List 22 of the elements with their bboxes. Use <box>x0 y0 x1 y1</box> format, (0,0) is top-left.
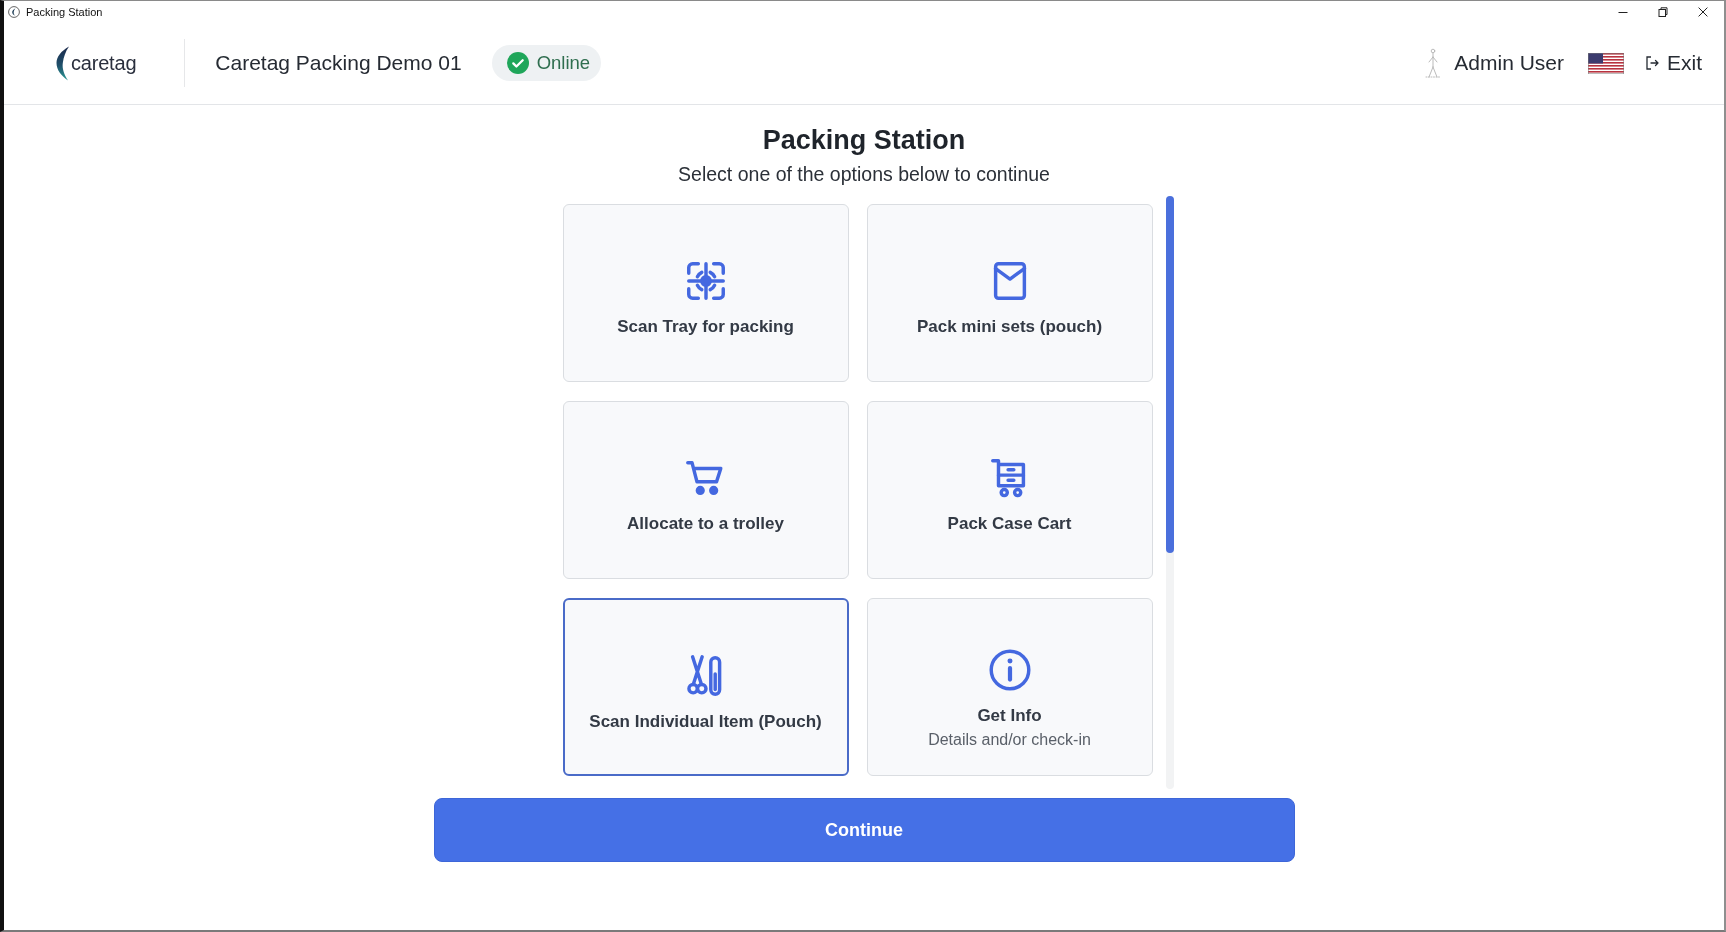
app-icon <box>8 5 20 18</box>
exit-icon <box>1645 55 1659 71</box>
option-card[interactable]: Pack mini sets (pouch) <box>866 204 1153 382</box>
page-title: Packing Station <box>762 124 966 156</box>
close-icon[interactable] <box>1698 6 1708 17</box>
option-card[interactable]: Scan Tray for packing <box>562 204 849 382</box>
option-card[interactable]: Pack Case Cart <box>866 401 1153 579</box>
scrollbar-thumb[interactable] <box>1165 196 1174 553</box>
page-subtitle: Select one of the options below to continue <box>678 162 1050 186</box>
logo-text: caretag <box>71 51 137 75</box>
option-card[interactable]: Allocate to a trolley <box>562 401 849 579</box>
restore-icon[interactable] <box>1658 6 1668 17</box>
continue-button[interactable]: Continue <box>433 798 1295 862</box>
option-card[interactable]: Get Info Details and/or check-in <box>866 598 1153 776</box>
option-card[interactable]: Scan Individual Item (Pouch) <box>562 598 849 776</box>
user-name: Admin User <box>1454 50 1564 76</box>
window-title: Packing Station <box>26 4 103 19</box>
status-label: Online <box>536 52 591 74</box>
logo-icon <box>54 45 70 81</box>
flag-icon[interactable] <box>1588 52 1624 74</box>
exit-button[interactable]: Exit <box>1645 50 1702 76</box>
station-name: Caretag Packing Demo 01 <box>215 50 462 76</box>
